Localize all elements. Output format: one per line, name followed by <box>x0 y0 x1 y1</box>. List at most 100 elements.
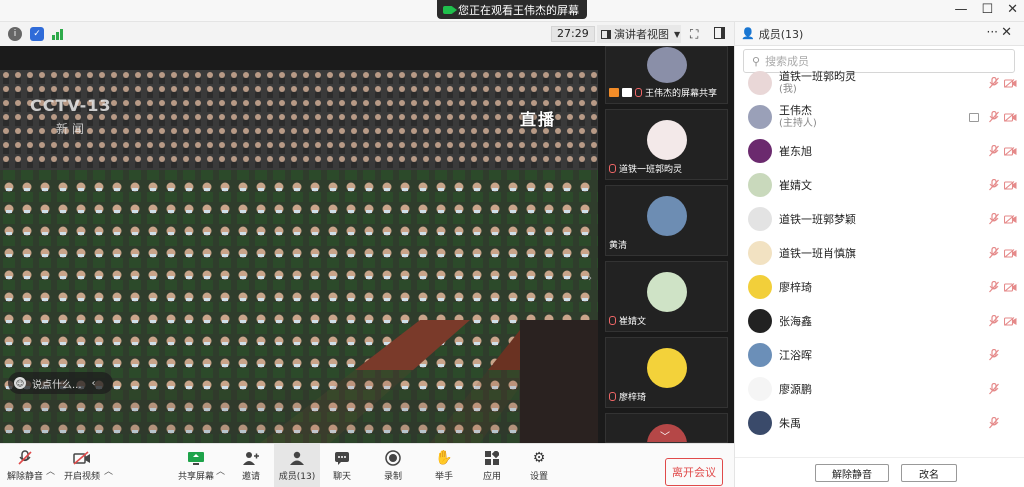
avatar <box>647 120 687 160</box>
member-name: 崔东旭 <box>779 144 812 158</box>
thumbnail-tile[interactable]: 廖梓琦 <box>605 337 728 408</box>
member-name-block: 廖梓琦 <box>779 281 812 294</box>
member-name: 崔婧文 <box>779 178 812 192</box>
member-name: 廖梓琦 <box>779 280 812 294</box>
hand-icon: ✋ <box>435 450 453 466</box>
chat-input[interactable]: ☺ 说点什么... ‹ <box>8 372 113 394</box>
share-screen-button[interactable]: 共享屏幕 <box>173 444 219 487</box>
member-row[interactable]: 廖梓琦 <box>735 270 1024 304</box>
camera-off-icon[interactable] <box>1004 316 1017 326</box>
more-options-icon[interactable]: ··· <box>987 25 998 39</box>
banner-text: 您正在观看王伟杰的屏幕 <box>458 3 579 17</box>
thumbnail-tile[interactable]: 黄清 <box>605 185 728 256</box>
shared-screen-video[interactable]: CCTV-13 新闻 直播 ☺ 说点什么... ‹ › <box>0 70 598 443</box>
share-options-caret[interactable]: ︿ <box>216 464 225 477</box>
thumbnail-name: 崔婧文 <box>619 317 647 327</box>
member-row[interactable]: 道铁一班郭梦颖 <box>735 202 1024 236</box>
sidebar-toggle-icon[interactable] <box>714 27 725 39</box>
members-panel-header: 👤 成员(13) ··· ✕ <box>735 22 1024 46</box>
mic-muted-icon[interactable] <box>989 383 999 395</box>
camera-off-icon[interactable] <box>1004 214 1017 224</box>
unmute-all-button[interactable]: 解除静音 <box>815 464 889 482</box>
members-panel-title: 成员(13) <box>758 27 804 41</box>
fullscreen-icon[interactable]: ⛶ <box>690 27 698 42</box>
thumbnail-name: 黄清 <box>609 241 628 251</box>
close-panel-icon[interactable]: ✕ <box>1001 25 1012 40</box>
member-row[interactable]: 崔东旭 <box>735 134 1024 168</box>
window-title-bar: 您正在观看王伟杰的屏幕 — ☐ ✕ <box>0 0 1024 22</box>
close-button[interactable]: ✕ <box>1007 2 1018 17</box>
mic-muted-icon[interactable] <box>989 111 999 123</box>
chat-button[interactable]: 聊天 <box>319 444 365 487</box>
member-name: 朱禹 <box>779 416 801 430</box>
emoji-icon[interactable]: ☺ <box>14 377 26 389</box>
mic-muted-icon[interactable] <box>989 349 999 361</box>
member-row[interactable]: 廖源鹏 <box>735 372 1024 406</box>
camera-off-icon[interactable] <box>1004 248 1017 258</box>
avatar <box>748 241 772 265</box>
view-mode-select[interactable]: 演讲者视图 ▼ <box>597 25 681 43</box>
member-row[interactable]: 道铁一班郭昀灵 (我) <box>735 66 1024 100</box>
mic-muted-icon[interactable] <box>989 179 999 191</box>
collapse-chat-icon[interactable]: ‹ <box>92 378 96 389</box>
signal-icon[interactable] <box>52 28 63 40</box>
member-row[interactable]: 道铁一班肖慎旗 <box>735 236 1024 270</box>
rename-button[interactable]: 改名 <box>901 464 957 482</box>
meeting-toolbar: i ✓ 27:29 演讲者视图 ▼ ⛶ <box>0 22 734 46</box>
camera-off-icon[interactable] <box>1004 180 1017 190</box>
camera-off-icon[interactable] <box>1004 78 1017 88</box>
camera-off-icon[interactable] <box>1004 112 1017 122</box>
shield-icon[interactable]: ✓ <box>30 27 44 41</box>
audio-options-caret[interactable]: ︿ <box>46 464 55 477</box>
thumbnail-tile[interactable]: 崔婧文 <box>605 261 728 332</box>
thumbnail-tile[interactable]: 王伟杰的屏幕共享 <box>605 46 728 104</box>
apps-button[interactable]: 应用 <box>469 444 515 487</box>
info-icon[interactable]: i <box>8 27 22 41</box>
settings-button[interactable]: ⚙ 设置 <box>516 444 562 487</box>
invite-label: 邀请 <box>241 472 260 482</box>
unmute-button[interactable]: 解除静音 <box>2 444 48 487</box>
mic-muted-icon[interactable] <box>989 213 999 225</box>
member-row[interactable]: 江浴晖 <box>735 338 1024 372</box>
screen-share-banner[interactable]: 您正在观看王伟杰的屏幕 <box>437 0 587 19</box>
mic-muted-icon[interactable] <box>989 417 999 429</box>
chevron-right-icon[interactable]: › <box>588 273 592 284</box>
member-name-block: 道铁一班肖慎旗 <box>779 247 856 260</box>
thumbnail-name: 道铁一班郭昀灵 <box>619 165 683 175</box>
members-button[interactable]: 成员(13) <box>274 444 320 487</box>
member-name: 道铁一班肖慎旗 <box>779 246 856 260</box>
camera-off-icon[interactable] <box>1004 146 1017 156</box>
add-user-icon <box>243 450 259 466</box>
mic-muted-icon <box>609 164 616 173</box>
members-panel: 👤 成员(13) ··· ✕ ⚲ 搜索成员 道铁一班郭昀灵 (我) 王伟杰 (主持人)… <box>734 22 1024 487</box>
member-row[interactable]: 张海鑫 <box>735 304 1024 338</box>
thumbnail-label: 王伟杰的屏幕共享 <box>609 86 717 99</box>
mic-muted-icon[interactable] <box>989 77 999 89</box>
member-row[interactable]: 王伟杰 (主持人) <box>735 100 1024 134</box>
minimize-button[interactable]: — <box>954 2 967 17</box>
camera-off-icon[interactable] <box>1004 282 1017 292</box>
member-name: 江浴晖 <box>779 348 812 362</box>
mic-muted-icon[interactable] <box>989 145 999 157</box>
video-options-caret[interactable]: ︿ <box>104 464 113 477</box>
record-button[interactable]: 录制 <box>370 444 416 487</box>
mic-muted-icon[interactable] <box>989 281 999 293</box>
raise-hand-button[interactable]: ✋ 举手 <box>421 444 467 487</box>
member-name: 张海鑫 <box>779 314 812 328</box>
invite-button[interactable]: 邀请 <box>228 444 274 487</box>
mic-muted-icon[interactable] <box>989 315 999 327</box>
share-icon <box>609 88 619 97</box>
avatar <box>748 105 772 129</box>
member-name-block: 王伟杰 (主持人) <box>779 104 817 130</box>
member-row[interactable]: 崔婧文 <box>735 168 1024 202</box>
members-panel-footer: 解除静音 改名 <box>735 457 1024 487</box>
maximize-button[interactable]: ☐ <box>981 2 993 17</box>
members-icon <box>289 450 305 466</box>
member-row[interactable]: 朱禹 <box>735 406 1024 440</box>
scroll-down-icon[interactable]: ﹀ <box>660 428 670 443</box>
mic-muted-icon[interactable] <box>989 247 999 259</box>
thumbnail-tile[interactable]: 道铁一班郭昀灵 <box>605 109 728 180</box>
user-icon: 👤 <box>741 27 755 40</box>
leave-meeting-button[interactable]: 离开会议 <box>665 458 723 486</box>
start-video-button[interactable]: 开启视频 <box>59 444 105 487</box>
